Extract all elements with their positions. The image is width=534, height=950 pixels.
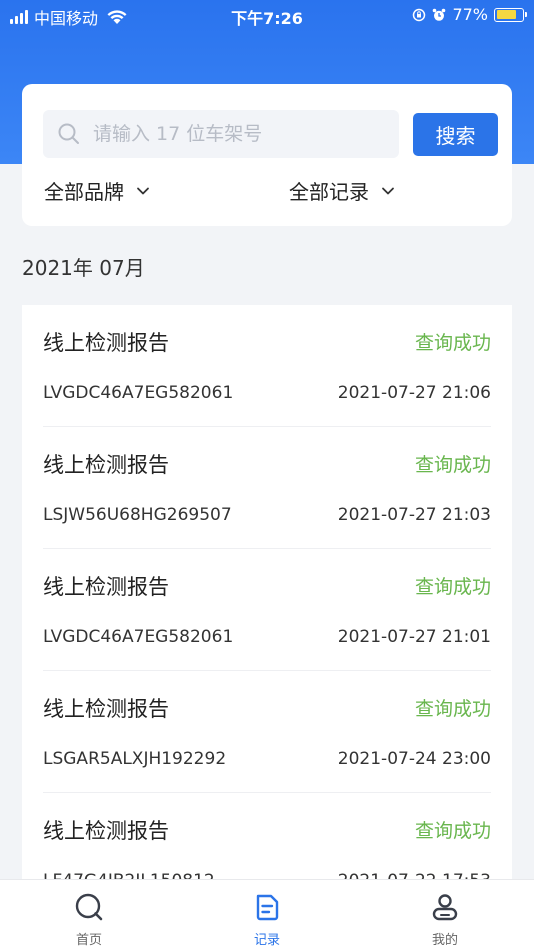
brand-filter-dropdown[interactable]: 全部品牌 [44,176,150,205]
alarm-icon [433,8,446,21]
record-vin: LVGDC46A7EG582061 [43,383,234,403]
record-time: 2021-07-24 23:00 [337,749,491,769]
search-card: 搜索 全部品牌 全部记录 [22,84,512,226]
record-time: 2021-07-27 21:01 [337,627,491,647]
tab-profile-label: 我的 [431,933,458,948]
search-box[interactable] [43,110,399,158]
tab-records[interactable]: 记录 [178,880,356,950]
record-item[interactable]: 线上检测报告 查询成功 LVGDC46A7EG582061 2021-07-27… [43,305,491,427]
vin-search-input[interactable] [91,122,375,146]
record-status: 查询成功 [414,698,491,720]
record-status: 查询成功 [414,820,491,842]
record-title: 线上检测报告 [43,331,169,355]
tab-profile[interactable]: 我的 [356,880,534,950]
record-time: 2021-07-27 21:03 [337,505,491,525]
record-filter-label: 全部记录 [289,180,369,204]
record-item[interactable]: 线上检测报告 查询成功 LVGDC46A7EG582061 2021-07-27… [43,549,491,671]
record-title: 线上检测报告 [43,697,169,721]
record-vin: LVGDC46A7EG582061 [43,627,234,647]
record-document-icon [256,894,279,921]
orientation-lock-icon [413,8,426,21]
record-title: 线上检测报告 [43,453,169,477]
month-header: 2021年 07月 [22,256,145,280]
record-title: 线上检测报告 [43,819,169,843]
record-time: 2021-07-27 21:06 [337,383,491,403]
record-vin: LSGAR5ALXJH192292 [43,749,227,769]
bottom-tab-bar: 首页 记录 我的 [0,879,534,950]
search-button[interactable]: 搜索 [413,113,498,156]
record-title: 线上检测报告 [43,575,169,599]
battery-level [496,10,516,19]
record-vin: LSJW56U68HG269507 [43,505,232,525]
tab-home[interactable]: 首页 [0,880,178,950]
record-status: 查询成功 [414,332,491,354]
home-search-icon [75,893,103,921]
tab-home-label: 首页 [75,933,102,948]
battery-icon [494,7,527,22]
record-item[interactable]: 线上检测报告 查询成功 LSGAR5ALXJH192292 2021-07-24… [43,671,491,793]
status-right: 77% [412,5,527,24]
tab-records-label: 记录 [253,933,280,948]
record-filter-dropdown[interactable]: 全部记录 [289,176,395,205]
record-status: 查询成功 [414,454,491,476]
chevron-down-icon [137,187,149,194]
user-profile-icon [432,894,458,921]
brand-filter-label: 全部品牌 [44,180,124,204]
status-bar: 中国移动 下午7:26 77% [0,0,534,30]
record-item[interactable]: 线上检测报告 查询成功 LSJW56U68HG269507 2021-07-27… [43,427,491,549]
record-list: 线上检测报告 查询成功 LVGDC46A7EG582061 2021-07-27… [22,305,512,905]
chevron-down-icon [382,187,394,194]
search-icon [58,123,79,144]
battery-percent: 77% [452,5,488,24]
record-status: 查询成功 [414,576,491,598]
